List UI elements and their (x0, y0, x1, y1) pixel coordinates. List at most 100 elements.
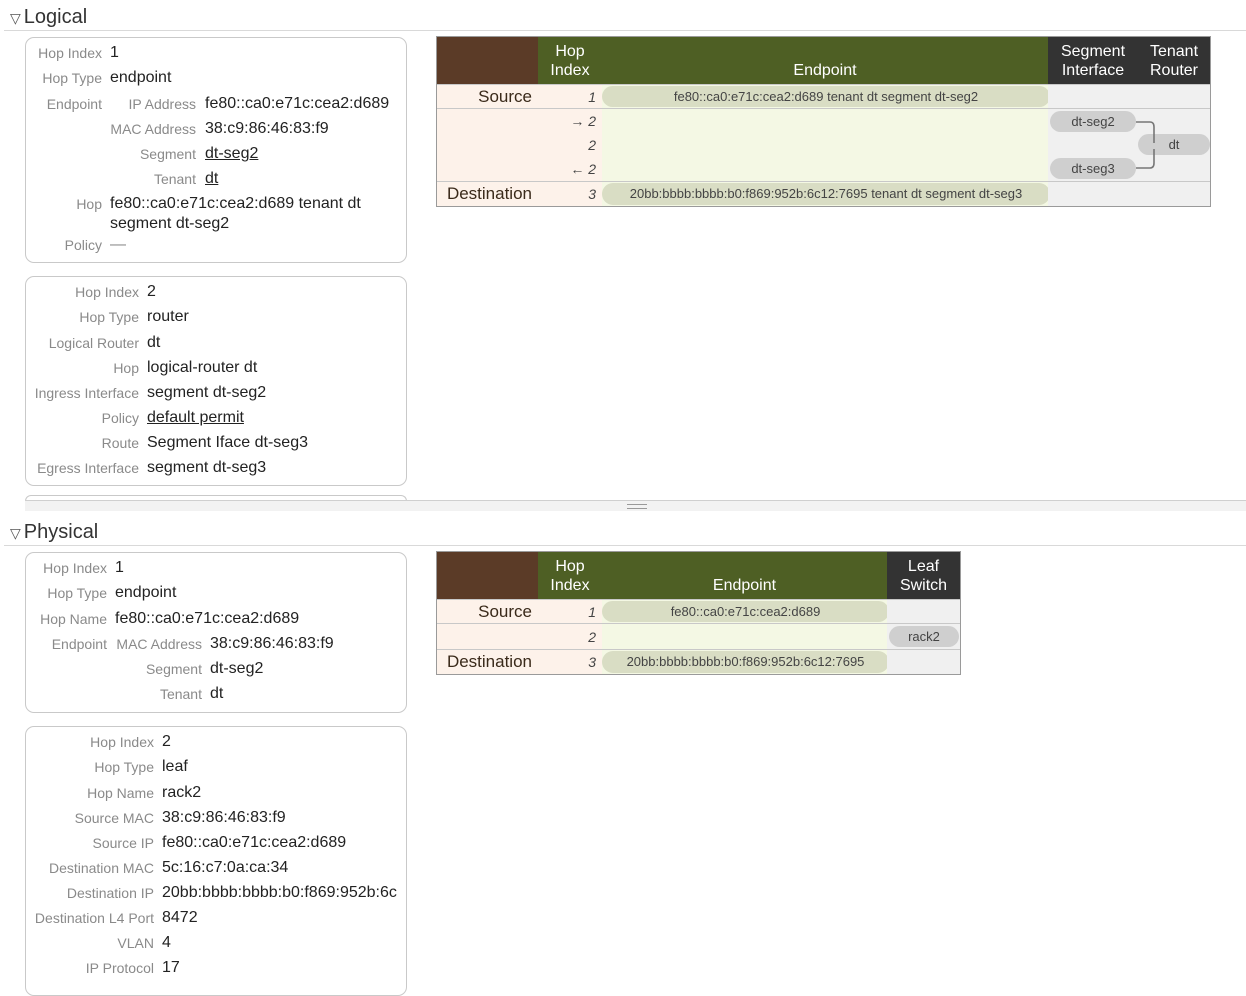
endpoint-pill[interactable]: fe80::ca0:e71c:cea2:d689 (602, 601, 889, 622)
pane-splitter[interactable] (25, 500, 1246, 511)
kv-row: Segment dt-seg2 (26, 658, 408, 680)
kv-key: Ingress Interface (34, 385, 139, 401)
table-row-destination[interactable]: Destination 3 20bb:bbbb:bbbb:b0:f869:952… (437, 181, 1210, 206)
kv-key: IP Address (128, 96, 196, 112)
kv-value: endpoint (110, 69, 172, 86)
kv-key: VLAN (117, 935, 154, 951)
kv-key: Hop Index (90, 734, 154, 750)
policy-link[interactable]: default permit (147, 407, 244, 429)
side-cell (887, 600, 960, 623)
header-text: Hop Index (550, 558, 590, 594)
table-row-source[interactable]: Source 1 fe80::ca0:e71c:cea2:d689 (437, 599, 960, 623)
header-hop-index: Hop Index (538, 552, 602, 599)
endpoint-pill[interactable]: 20bb:bbbb:bbbb:b0:f869:952b:6c12:7695 te… (602, 183, 1050, 205)
table-row-leaf[interactable]: 2 rack2 (437, 623, 960, 649)
kv-value: 20bb:bbbb:bbbb:b0:f869:952b:6c (162, 884, 397, 901)
kv-value: 8472 (162, 909, 198, 926)
kv-value: dt (147, 334, 161, 351)
kv-key: Segment (145, 661, 202, 677)
kv-value: segment dt-seg2 (110, 215, 230, 232)
header-segment-interface: Segment Interface (1048, 37, 1138, 84)
section-physical[interactable]: ▽ Physical (4, 519, 1246, 546)
kv-value: 38:c9:86:46:83:f9 (205, 120, 329, 137)
kv-key: Hop (113, 360, 139, 376)
router-bracket-icon (1136, 121, 1155, 169)
tenant-link[interactable]: dt (205, 168, 218, 190)
kv-key: Destination L4 Port (34, 910, 154, 926)
kv-row: Hop Index 1 (26, 42, 408, 64)
kv-key: Destination MAC (48, 860, 154, 876)
hop-ingress: → 2 (570, 113, 596, 129)
header-text: Tenant Router (1149, 43, 1199, 79)
logical-path-table: Hop Index Endpoint Segment Interface Ten… (436, 36, 1211, 207)
kv-value: fe80::ca0:e71c:cea2:d689 tenant dt (110, 195, 361, 212)
hop-index-cell: 1 (538, 600, 602, 623)
physical-path-table: Hop Index Endpoint Leaf Switch Source 1 … (436, 551, 961, 675)
kv-value: rack2 (162, 784, 202, 801)
row-label (437, 624, 538, 649)
header-label-col (437, 37, 538, 84)
kv-value: fe80::ca0:e71c:cea2:d689 (162, 834, 347, 851)
header-endpoint: Endpoint (602, 552, 887, 599)
table-row-source[interactable]: Source 1 fe80::ca0:e71c:cea2:d689 tenant… (437, 84, 1210, 108)
row-label (437, 109, 538, 181)
kv-value: 2 (162, 733, 171, 750)
kv-key: Hop Index (75, 284, 139, 300)
kv-row: Logical Router dt (26, 332, 408, 354)
endpoint-cell (602, 109, 1048, 181)
kv-key: IP Protocol (85, 960, 154, 976)
kv-value: Segment Iface dt-seg3 (147, 434, 308, 451)
hop-router: 2 (588, 137, 596, 153)
section-logical[interactable]: ▽ Logical (4, 4, 1246, 31)
row-label: Source (437, 600, 538, 623)
kv-row: Hop Type endpoint (26, 67, 408, 89)
header-endpoint: Endpoint (602, 37, 1048, 84)
kv-row: Destination MAC 5c:16:c7:0a:ca:34 (26, 857, 406, 879)
endpoint-pill[interactable]: 20bb:bbbb:bbbb:b0:f869:952b:6c12:7695 (602, 651, 889, 673)
table-row-router[interactable]: → 2 2 ← 2 dt-seg2 dt-seg3 dt (437, 108, 1210, 181)
kv-row: Hop Type leaf (26, 756, 406, 778)
kv-row: Tenant dt (26, 683, 408, 705)
triangle-down-icon[interactable]: ▽ (10, 525, 21, 541)
kv-key: Tenant (153, 171, 196, 187)
triangle-down-icon[interactable]: ▽ (10, 10, 21, 26)
section-title: Physical (23, 521, 99, 543)
segment-interface-pill-in[interactable]: dt-seg2 (1050, 111, 1136, 132)
physical-hop-card-1: Hop Index 1 Hop Type endpoint Hop Name f… (25, 552, 407, 713)
kv-row: VLAN 4 (26, 932, 406, 954)
kv-value: 4 (162, 934, 171, 951)
side-cell: rack2 (887, 624, 960, 649)
kv-key: Hop Type (47, 585, 107, 601)
segment-link[interactable]: dt-seg2 (205, 143, 258, 165)
kv-value: dt (210, 685, 224, 702)
kv-key: Segment (139, 146, 196, 162)
endpoint-cell: 20bb:bbbb:bbbb:b0:f869:952b:6c12:7695 (602, 650, 889, 674)
side-cell (887, 650, 960, 674)
endpoint-pill[interactable]: fe80::ca0:e71c:cea2:d689 tenant dt segme… (602, 86, 1050, 107)
kv-key: Source MAC (74, 810, 154, 826)
kv-row: Policy — (26, 234, 408, 256)
side-cell: dt-seg2 dt-seg3 dt (1048, 109, 1210, 181)
kv-value: 1 (110, 44, 119, 61)
kv-key: Route (101, 435, 139, 451)
splitter-grip-icon[interactable] (627, 504, 647, 509)
row-label: Source (437, 85, 538, 108)
endpoint-cell: fe80::ca0:e71c:cea2:d689 tenant dt segme… (602, 85, 1050, 108)
segment-interface-pill-out[interactable]: dt-seg3 (1050, 158, 1136, 179)
header-hop-index: Hop Index (538, 37, 602, 84)
table-row-destination[interactable]: Destination 3 20bb:bbbb:bbbb:b0:f869:952… (437, 649, 960, 674)
header-text: Hop Index (550, 43, 590, 79)
kv-row: Hop Name rack2 (26, 782, 406, 804)
kv-row: Route Segment Iface dt-seg3 (26, 432, 408, 454)
leaf-switch-pill[interactable]: rack2 (889, 626, 959, 647)
kv-value: 38:c9:86:46:83:f9 (162, 809, 286, 826)
row-label: Destination (437, 182, 538, 206)
kv-row: Tenant dt (26, 168, 408, 190)
logical-hop-card-2: Hop Index 2 Hop Type router Logical Rout… (25, 276, 407, 486)
kv-row: Source MAC 38:c9:86:46:83:f9 (26, 807, 406, 829)
kv-key: Hop Type (42, 70, 102, 86)
kv-row: Destination L4 Port 8472 (26, 907, 406, 929)
kv-key: Tenant (159, 686, 202, 702)
kv-row: Hop fe80::ca0:e71c:cea2:d689 tenant dt (26, 193, 408, 215)
kv-row: Hop Index 1 (26, 557, 408, 579)
